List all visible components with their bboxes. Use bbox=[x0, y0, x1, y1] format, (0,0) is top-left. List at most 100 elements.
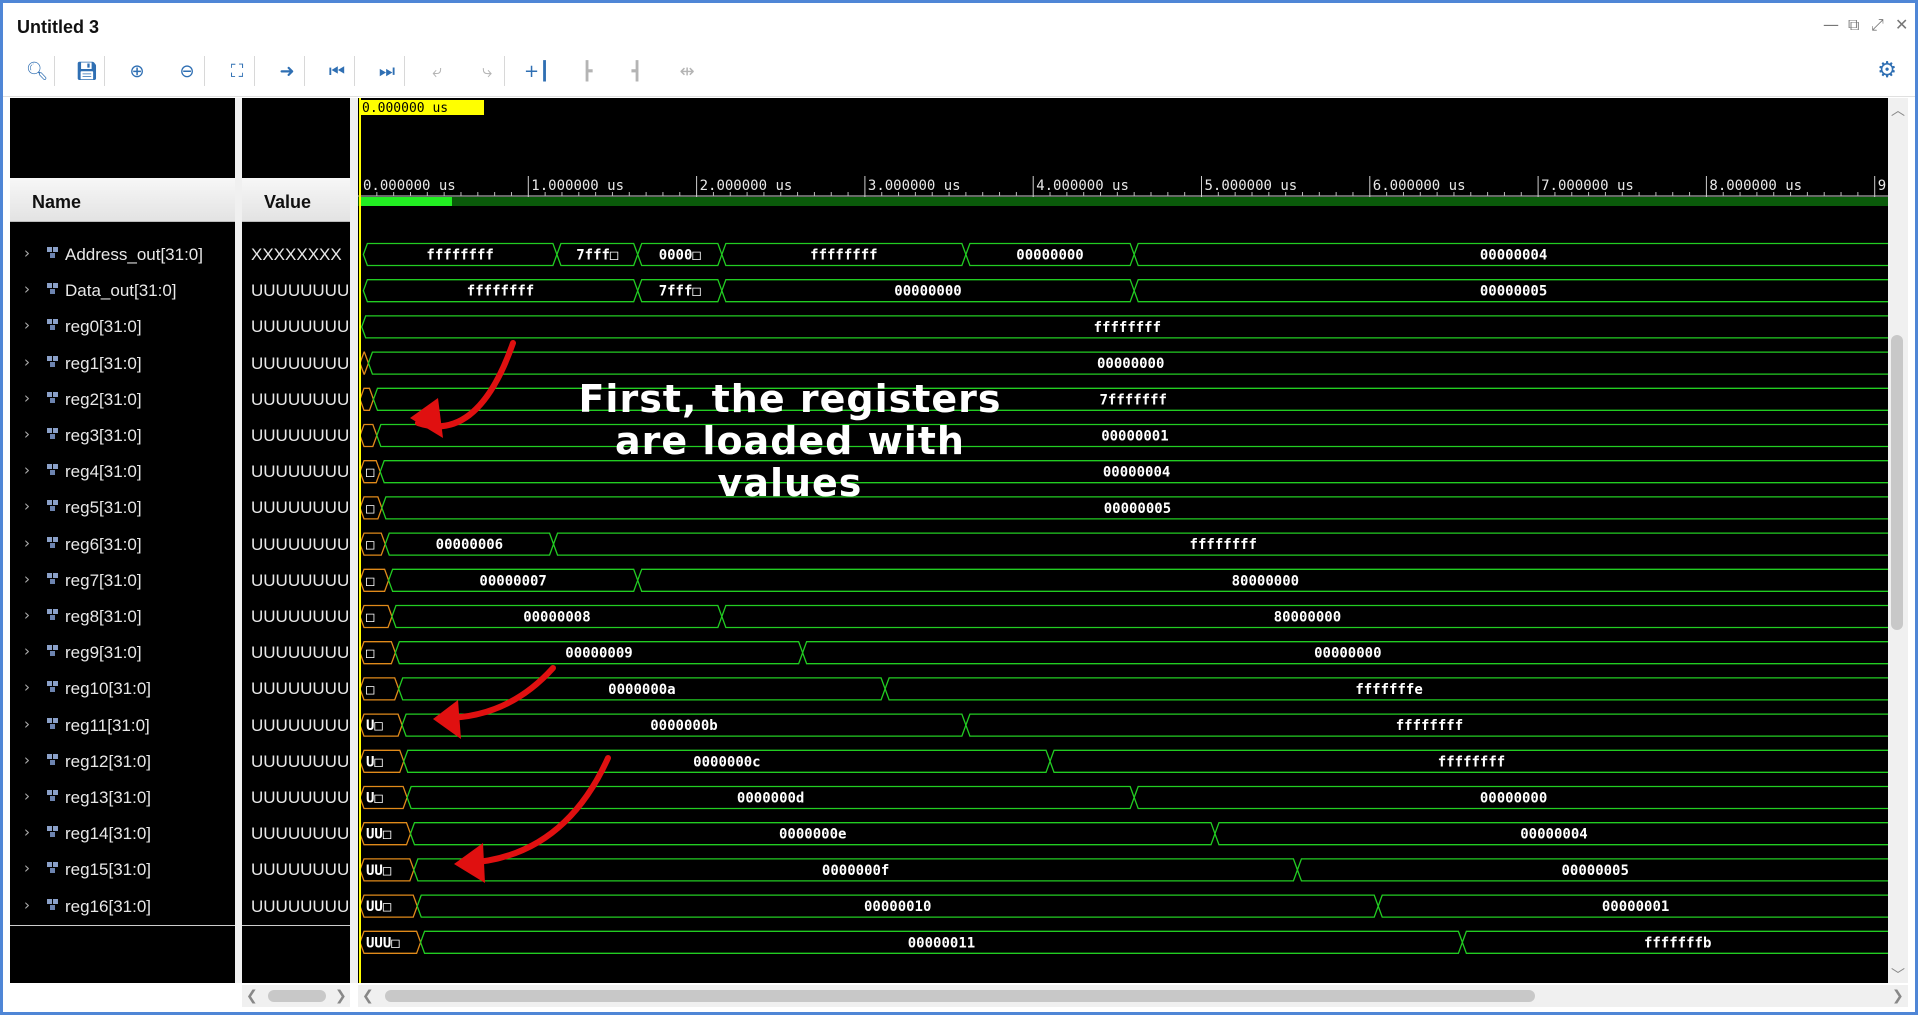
wave-value-label: fffffffb bbox=[1644, 935, 1711, 951]
signal-row[interactable]: › reg3[31:0] bbox=[10, 418, 235, 454]
vertical-scroll-thumb[interactable] bbox=[1891, 335, 1903, 630]
signal-name: reg5[31:0] bbox=[65, 498, 142, 517]
add-marker-icon[interactable]: +┃ bbox=[521, 55, 553, 87]
expand-chevron-icon[interactable]: › bbox=[24, 823, 30, 841]
signal-row[interactable]: › reg15[31:0] bbox=[10, 852, 235, 888]
previous-marker-icon[interactable]: ┣ bbox=[571, 55, 603, 87]
wave-value-label: 00000007 bbox=[479, 573, 546, 589]
wave-value-label: 00000011 bbox=[908, 935, 975, 951]
go-to-cursor-icon[interactable]: ➜ bbox=[271, 55, 303, 87]
scroll-down-icon[interactable]: ﹀ bbox=[1891, 965, 1905, 985]
signal-row[interactable]: › reg7[31:0] bbox=[10, 563, 235, 599]
go-to-last-time-icon[interactable]: ⏭ bbox=[371, 55, 403, 87]
wave-value-label: □ bbox=[366, 610, 375, 626]
scroll-right-icon[interactable]: ❯ bbox=[335, 988, 347, 1004]
waveform-canvas[interactable]: 0.000000 us 0.000000 us 1.000000 us 2.00000… bbox=[358, 98, 1888, 983]
zoom-in-icon[interactable]: ⊕ bbox=[121, 55, 153, 87]
wave-segment bbox=[359, 351, 370, 375]
scroll-up-icon[interactable]: ︿ bbox=[1891, 100, 1905, 120]
save-icon[interactable]: 💾︎ bbox=[71, 55, 103, 87]
expand-chevron-icon[interactable]: › bbox=[24, 389, 30, 407]
go-to-time-zero-icon[interactable]: ⏮ bbox=[321, 55, 353, 87]
signal-row[interactable]: › Data_out[31:0] bbox=[10, 273, 235, 309]
bus-signal-icon bbox=[47, 609, 58, 620]
panel-splitter[interactable] bbox=[235, 98, 242, 983]
maximize-icon[interactable]: ⤢ bbox=[1871, 15, 1884, 35]
toolbar: ⚙ 🔍︎ 💾︎ ⊕ ⊖ ⛶ ➜ ⏮ ⏭ ⤶ ⤷ +┃ ┣ ┫ ⇹ bbox=[3, 46, 1915, 97]
signal-row[interactable]: › reg1[31:0] bbox=[10, 346, 235, 382]
expand-chevron-icon[interactable]: › bbox=[24, 606, 30, 624]
wave-horizontal-scroll-thumb[interactable] bbox=[385, 990, 1535, 1002]
tick-label: 3.000000 us bbox=[868, 178, 961, 194]
wave-value-label: 00000000 bbox=[1097, 356, 1164, 372]
signal-value: UUUUUUUU bbox=[251, 679, 350, 698]
expand-chevron-icon[interactable]: › bbox=[24, 896, 30, 914]
signal-name: reg11[31:0] bbox=[65, 716, 150, 735]
signal-row[interactable]: › reg0[31:0] bbox=[10, 309, 235, 345]
signal-row[interactable]: › reg2[31:0] bbox=[10, 382, 235, 418]
annotation-arrow bbox=[440, 665, 556, 721]
signal-row[interactable]: › reg11[31:0] bbox=[10, 708, 235, 744]
expand-chevron-icon[interactable]: › bbox=[24, 497, 30, 515]
expand-chevron-icon[interactable]: › bbox=[24, 859, 30, 877]
zoom-out-icon[interactable]: ⊖ bbox=[171, 55, 203, 87]
signal-name: reg3[31:0] bbox=[65, 426, 142, 445]
signal-row[interactable]: › reg9[31:0] bbox=[10, 635, 235, 671]
panel-splitter[interactable] bbox=[350, 98, 358, 983]
settings-icon[interactable]: ⚙ bbox=[1877, 58, 1897, 83]
expand-chevron-icon[interactable]: › bbox=[24, 751, 30, 769]
signal-name: reg1[31:0] bbox=[65, 354, 142, 373]
next-marker-icon[interactable]: ┫ bbox=[621, 55, 653, 87]
bus-signal-icon bbox=[47, 899, 58, 910]
expand-chevron-icon[interactable]: › bbox=[24, 534, 30, 552]
expand-chevron-icon[interactable]: › bbox=[24, 461, 30, 479]
annotation-line: First, the registers bbox=[578, 377, 1002, 421]
expand-chevron-icon[interactable]: › bbox=[24, 353, 30, 371]
expand-chevron-icon[interactable]: › bbox=[24, 787, 30, 805]
signal-row[interactable]: › reg12[31:0] bbox=[10, 744, 235, 780]
wave-value-label: 00000006 bbox=[436, 537, 503, 553]
signal-row[interactable]: › reg10[31:0] bbox=[10, 671, 235, 707]
wave-value-label: fffffffe bbox=[1355, 682, 1422, 698]
signal-row[interactable]: › reg5[31:0] bbox=[10, 490, 235, 526]
tick-label: 4.000000 us bbox=[1036, 178, 1129, 194]
signal-row[interactable]: › reg16[31:0] bbox=[10, 889, 235, 925]
wave-value-label: 00000000 bbox=[1016, 248, 1083, 264]
expand-chevron-icon[interactable]: › bbox=[24, 280, 30, 298]
signal-row[interactable]: › Address_out[31:0] bbox=[10, 237, 235, 273]
value-horizontal-scroll-thumb[interactable] bbox=[268, 990, 326, 1002]
value-column-header[interactable]: Value bbox=[242, 178, 350, 222]
previous-transition-icon[interactable]: ⤶ bbox=[421, 55, 453, 87]
expand-chevron-icon[interactable]: › bbox=[24, 715, 30, 733]
next-transition-icon[interactable]: ⤷ bbox=[471, 55, 503, 87]
wave-value-label: 7fff□ bbox=[659, 284, 702, 300]
wave-value-label: □ bbox=[366, 682, 375, 698]
scroll-right-icon[interactable]: ❯ bbox=[1892, 988, 1904, 1004]
annotation-line: are loaded with bbox=[615, 419, 965, 463]
zoom-fit-icon[interactable]: ⛶ bbox=[221, 55, 253, 87]
minimize-icon[interactable]: — bbox=[1823, 15, 1839, 34]
expand-chevron-icon[interactable]: › bbox=[24, 425, 30, 443]
signal-value: UUUUUUUU bbox=[251, 752, 350, 771]
search-icon[interactable]: 🔍︎ bbox=[21, 55, 53, 87]
signal-row[interactable]: › reg8[31:0] bbox=[10, 599, 235, 635]
expand-chevron-icon[interactable]: › bbox=[24, 570, 30, 588]
expand-chevron-icon[interactable]: › bbox=[24, 244, 30, 262]
signal-row[interactable]: › reg13[31:0] bbox=[10, 780, 235, 816]
scroll-left-icon[interactable]: ❮ bbox=[246, 988, 258, 1004]
swap-cursors-icon[interactable]: ⇹ bbox=[671, 55, 703, 87]
restore-icon[interactable]: ⧉ bbox=[1848, 15, 1859, 35]
scroll-left-icon[interactable]: ❮ bbox=[362, 988, 374, 1004]
signal-row[interactable]: › reg4[31:0] bbox=[10, 454, 235, 490]
expand-chevron-icon[interactable]: › bbox=[24, 316, 30, 334]
expand-chevron-icon[interactable]: › bbox=[24, 642, 30, 660]
wave-value-label: □ bbox=[366, 501, 375, 517]
signal-row[interactable]: › reg14[31:0] bbox=[10, 816, 235, 852]
signal-value: UUUUUUUU bbox=[251, 498, 350, 517]
close-icon[interactable]: ✕ bbox=[1895, 15, 1908, 34]
signal-row[interactable]: › reg6[31:0] bbox=[10, 527, 235, 563]
expand-chevron-icon[interactable]: › bbox=[24, 678, 30, 696]
name-column-header[interactable]: Name bbox=[10, 178, 235, 222]
tick-label: 8.000000 us bbox=[1709, 178, 1802, 194]
waveform-area[interactable]: 0.000000 us 0.000000 us 1.000000 us 2.00000… bbox=[358, 98, 1888, 983]
